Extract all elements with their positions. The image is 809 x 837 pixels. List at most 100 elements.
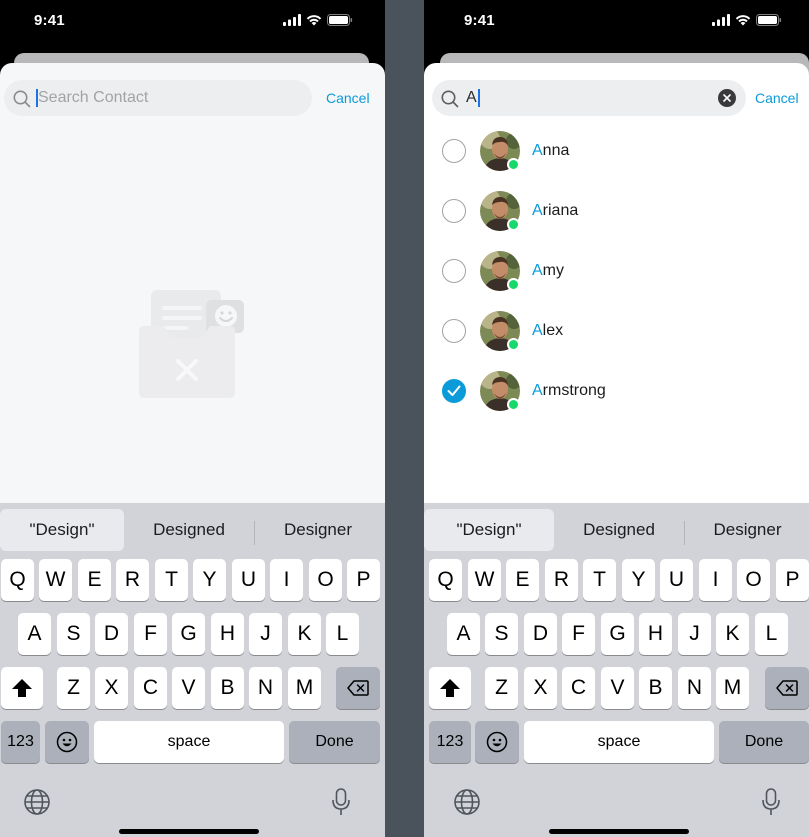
key-r[interactable]: R [116,559,149,601]
key-h[interactable]: H [639,613,672,655]
key-w[interactable]: W [39,559,72,601]
key-o[interactable]: O [309,559,342,601]
key-z[interactable]: Z [57,667,90,709]
suggestion-2[interactable]: Designed [556,509,682,551]
key-u[interactable]: U [660,559,693,601]
key-d[interactable]: D [95,613,128,655]
key-p[interactable]: P [347,559,380,601]
emoji-key[interactable] [45,721,89,763]
suggestion-1[interactable]: "Design" [0,509,124,551]
contact-row[interactable]: Armstrong [424,361,809,421]
backspace-key[interactable] [765,667,809,709]
home-indicator[interactable] [549,829,689,834]
globe-icon[interactable] [453,788,481,816]
suggestion-3[interactable]: Designer [686,509,809,551]
key-v[interactable]: V [601,667,634,709]
key-b[interactable]: B [639,667,672,709]
select-radio-checked[interactable] [442,379,466,403]
text-caret [478,89,480,107]
suggestion-1[interactable]: "Design" [424,509,554,551]
key-e[interactable]: E [506,559,539,601]
key-a[interactable]: A [18,613,51,655]
search-input[interactable]: Search Contact [4,80,312,116]
suggestion-3[interactable]: Designer [256,509,380,551]
key-r[interactable]: R [545,559,578,601]
select-radio[interactable] [442,139,466,163]
battery-icon [756,14,782,26]
emoji-key[interactable] [475,721,519,763]
key-q[interactable]: Q [429,559,462,601]
key-g[interactable]: G [172,613,205,655]
key-p[interactable]: P [776,559,809,601]
key-x[interactable]: X [95,667,128,709]
key-q[interactable]: Q [1,559,34,601]
key-m[interactable]: M [716,667,749,709]
select-radio[interactable] [442,319,466,343]
cancel-button[interactable]: Cancel [755,90,799,106]
key-k[interactable]: K [288,613,321,655]
space-key[interactable]: space [94,721,284,763]
key-h[interactable]: H [211,613,244,655]
numbers-key[interactable]: 123 [429,721,471,763]
key-c[interactable]: C [134,667,167,709]
status-time: 9:41 [464,12,495,29]
contact-row[interactable]: Ariana [424,181,809,241]
suggestion-divider [254,521,255,545]
keyboard: "Design" Designed Designer Q W E R T Y U… [0,503,385,837]
key-y[interactable]: Y [193,559,226,601]
key-t[interactable]: T [155,559,188,601]
backspace-key[interactable] [336,667,380,709]
space-key[interactable]: space [524,721,714,763]
key-v[interactable]: V [172,667,205,709]
key-c[interactable]: C [562,667,595,709]
key-l[interactable]: L [326,613,359,655]
select-radio[interactable] [442,259,466,283]
key-e[interactable]: E [78,559,111,601]
key-t[interactable]: T [583,559,616,601]
contact-name: Amy [532,262,564,279]
key-x[interactable]: X [524,667,557,709]
contact-row[interactable]: Anna [424,121,809,181]
key-d[interactable]: D [524,613,557,655]
contact-row[interactable]: Alex [424,301,809,361]
microphone-icon[interactable] [331,788,351,816]
shift-key[interactable] [1,667,43,709]
clear-icon[interactable] [718,89,736,107]
key-z[interactable]: Z [485,667,518,709]
emoji-icon [486,731,508,753]
done-key[interactable]: Done [289,721,380,763]
cancel-button[interactable]: Cancel [326,90,370,106]
key-a[interactable]: A [447,613,480,655]
key-l[interactable]: L [755,613,788,655]
key-s[interactable]: S [57,613,90,655]
select-radio[interactable] [442,199,466,223]
key-f[interactable]: F [134,613,167,655]
key-g[interactable]: G [601,613,634,655]
globe-icon[interactable] [23,788,51,816]
done-key[interactable]: Done [719,721,809,763]
online-indicator [507,278,520,291]
numbers-key[interactable]: 123 [1,721,40,763]
key-u[interactable]: U [232,559,265,601]
contact-row[interactable]: Amy [424,241,809,301]
key-n[interactable]: N [249,667,282,709]
contact-list: Anna Ariana Amy Alex Armstrong [424,121,809,421]
key-s[interactable]: S [485,613,518,655]
key-b[interactable]: B [211,667,244,709]
suggestion-2[interactable]: Designed [127,509,251,551]
key-f[interactable]: F [562,613,595,655]
shift-key[interactable] [429,667,471,709]
key-m[interactable]: M [288,667,321,709]
key-w[interactable]: W [468,559,501,601]
key-i[interactable]: I [270,559,303,601]
home-indicator[interactable] [119,829,259,834]
key-o[interactable]: O [737,559,770,601]
key-n[interactable]: N [678,667,711,709]
key-y[interactable]: Y [622,559,655,601]
search-input[interactable]: A [432,80,746,116]
key-j[interactable]: J [678,613,711,655]
key-j[interactable]: J [249,613,282,655]
microphone-icon[interactable] [761,788,781,816]
key-i[interactable]: I [699,559,732,601]
key-k[interactable]: K [716,613,749,655]
